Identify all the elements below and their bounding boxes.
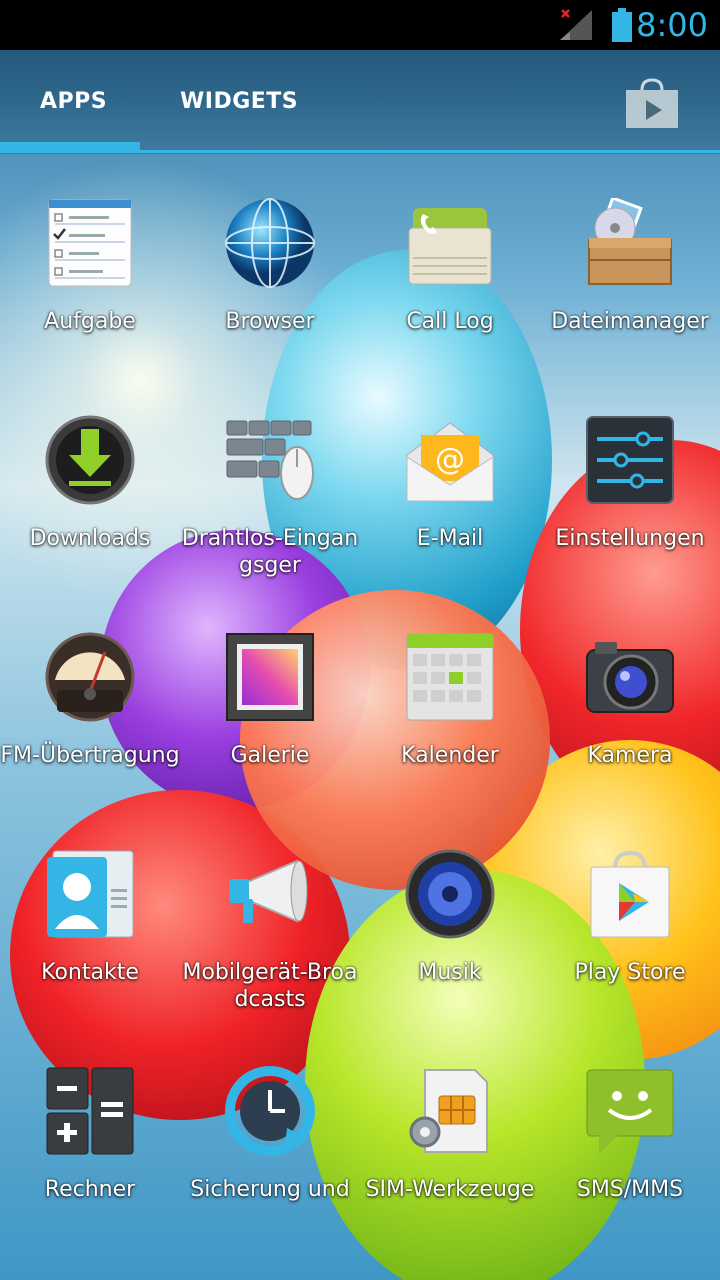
call-log-folder-icon xyxy=(405,198,495,288)
tab-bar: APPS WIDGETS xyxy=(0,50,720,154)
globe-icon xyxy=(225,198,315,288)
app-sms-mms[interactable]: SMS/MMS xyxy=(540,1028,720,1228)
tab-apps[interactable]: APPS xyxy=(40,50,107,154)
play-store-icon xyxy=(585,849,675,939)
file-manager-box-icon xyxy=(585,198,675,288)
app-downloads[interactable]: Downloads xyxy=(0,377,180,577)
app-label: Kamera xyxy=(587,743,673,768)
app-label: Call Log xyxy=(406,309,494,334)
app-label: SIM-Werkzeuge xyxy=(365,1177,535,1202)
status-time: 8:00 xyxy=(636,6,708,44)
contacts-card-icon xyxy=(45,849,135,939)
megaphone-icon xyxy=(225,849,315,939)
settings-sliders-icon xyxy=(585,415,675,505)
svg-text:@: @ xyxy=(435,442,465,477)
speaker-icon xyxy=(405,849,495,939)
app-rechner[interactable]: Rechner xyxy=(0,1028,180,1228)
app-kamera[interactable]: Kamera xyxy=(540,594,720,794)
app-kontakte[interactable]: Kontakte xyxy=(0,811,180,1011)
app-label: Browser xyxy=(225,309,315,334)
sms-bubble-icon xyxy=(585,1066,675,1156)
keyboard-mouse-icon xyxy=(225,415,315,505)
gallery-picture-icon xyxy=(225,632,315,722)
app-mobilgeraet-broadcasts[interactable]: Mobilgerät-Broadcasts xyxy=(180,811,360,1012)
battery-icon xyxy=(611,8,633,42)
app-play-store[interactable]: Play Store xyxy=(540,811,720,1011)
camera-icon xyxy=(585,632,675,722)
app-label: Downloads xyxy=(29,526,151,551)
app-musik[interactable]: Musik xyxy=(360,811,540,1011)
app-dateimanager[interactable]: Dateimanager xyxy=(540,160,720,360)
email-envelope-icon: @ xyxy=(405,415,495,505)
sim-card-gear-icon xyxy=(405,1066,495,1156)
app-label: Dateimanager xyxy=(551,309,709,334)
app-label: Einstellungen xyxy=(555,526,705,551)
app-sim-werkzeuge[interactable]: SIM-Werkzeuge xyxy=(360,1028,540,1228)
app-drahtlos[interactable]: Drahtlos-Eingangsger xyxy=(180,377,360,578)
app-kalender[interactable]: Kalender xyxy=(360,594,540,794)
backup-clock-icon xyxy=(225,1066,315,1156)
download-arrow-icon xyxy=(45,415,135,505)
app-call-log[interactable]: Call Log xyxy=(360,160,540,360)
app-einstellungen[interactable]: Einstellungen xyxy=(540,377,720,577)
task-list-icon xyxy=(45,198,135,288)
app-fm-uebertragung[interactable]: FM-Übertragung xyxy=(0,594,180,794)
app-label: Sicherung und xyxy=(190,1177,350,1202)
calendar-grid-icon xyxy=(405,632,495,722)
app-label: Play Store xyxy=(574,960,686,985)
signal-no-service-icon xyxy=(558,8,594,42)
app-label: Rechner xyxy=(44,1177,136,1202)
tab-widgets[interactable]: WIDGETS xyxy=(180,50,298,154)
app-label: Kalender xyxy=(401,743,499,768)
app-aufgabe[interactable]: Aufgabe xyxy=(0,160,180,360)
app-label: Aufgabe xyxy=(44,309,136,334)
app-galerie[interactable]: Galerie xyxy=(180,594,360,794)
app-label: Drahtlos-Eingangsger xyxy=(181,526,359,578)
app-label: SMS/MMS xyxy=(576,1177,684,1202)
play-store-bag-icon[interactable] xyxy=(622,78,682,130)
app-label: Galerie xyxy=(230,743,310,768)
app-label: FM-Übertragung xyxy=(0,743,180,768)
app-label: E-Mail xyxy=(416,526,484,551)
app-sicherung[interactable]: Sicherung und xyxy=(180,1028,360,1228)
app-email[interactable]: @ E-Mail xyxy=(360,377,540,577)
app-browser[interactable]: Browser xyxy=(180,160,360,360)
fm-meter-icon xyxy=(45,632,135,722)
app-label: Kontakte xyxy=(41,960,139,985)
calculator-icon xyxy=(45,1066,135,1156)
app-label: Musik xyxy=(418,960,482,985)
tab-selected-indicator xyxy=(0,142,140,152)
status-bar: 8:00 xyxy=(0,0,720,50)
app-label: Mobilgerät-Broadcasts xyxy=(182,960,358,1012)
